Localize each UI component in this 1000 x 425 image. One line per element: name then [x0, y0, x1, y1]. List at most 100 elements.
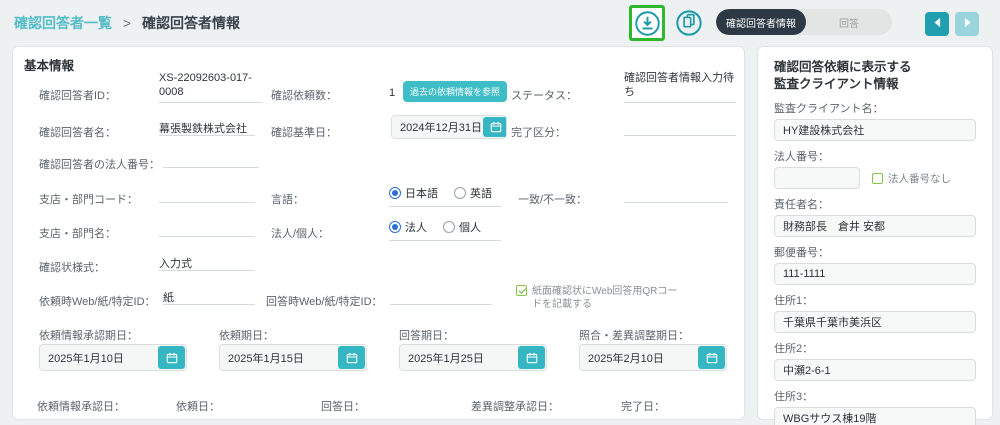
chevron-left-icon — [932, 15, 943, 33]
request-medium-field[interactable]: 紙 — [163, 289, 255, 305]
radio-selected-icon — [389, 221, 401, 233]
answer-due-input[interactable]: 2025年1月25日 — [399, 344, 547, 371]
audit-client-title-line2: 監査クライアント情報 — [774, 76, 976, 93]
radio-corporate[interactable]: 法人 — [389, 219, 427, 235]
entity-type-label: 法人/個人： — [271, 225, 329, 241]
calendar-icon[interactable] — [518, 346, 545, 369]
address1-label: 住所1： — [774, 292, 976, 308]
responder-name-field[interactable]: 幕張製鉄株式会社 — [159, 120, 255, 136]
request-info-approval-due-label: 依頼情報承認期日： — [39, 327, 138, 343]
language-radio-group: 日本語 英語 — [389, 185, 501, 207]
no-corp-number-checkbox[interactable] — [872, 173, 883, 184]
answer-medium-label: 回答時Web/紙/特定ID： — [266, 293, 383, 309]
chevron-right-icon — [962, 15, 973, 33]
completion-date-label: 完了日： — [621, 398, 665, 414]
address2-field: 住所2： 中瀬2-6-1 — [774, 340, 976, 381]
postal-input[interactable]: 111-1111 — [774, 263, 976, 285]
download-icon — [634, 10, 661, 37]
form-style-label: 確認状様式： — [39, 259, 105, 275]
reconcile-due-input[interactable]: 2025年2月10日 — [579, 344, 727, 371]
client-name-input[interactable]: HY建設株式会社 — [774, 119, 976, 141]
audit-client-title: 確認回答依頼に表示する 監査クライアント情報 — [774, 59, 976, 93]
page: 確認回答者一覧 > 確認回答者情報 確認回答者情報 回答 — [0, 0, 1000, 425]
request-due-label: 依頼期日： — [219, 327, 274, 343]
reconcile-due-value: 2025年2月10日 — [580, 345, 697, 370]
request-date-label: 依頼日： — [176, 398, 220, 414]
completion-field[interactable] — [624, 120, 736, 136]
branch-name-field[interactable] — [159, 221, 255, 237]
match-field[interactable] — [624, 187, 728, 203]
radio-english[interactable]: 英語 — [454, 185, 492, 201]
address2-input[interactable]: 中瀬2-6-1 — [774, 359, 976, 381]
past-requests-button[interactable]: 過去の依頼情報を参照 — [403, 81, 507, 102]
postal-field: 郵便番号： 111-1111 — [774, 244, 976, 285]
download-button[interactable] — [629, 5, 665, 41]
radio-individual[interactable]: 個人 — [443, 219, 481, 235]
radio-individual-label: 個人 — [459, 219, 481, 235]
qr-checkbox[interactable] — [516, 285, 527, 296]
radio-japanese-label: 日本語 — [405, 185, 438, 201]
status-field[interactable]: 確認回答者情報入力待ち — [624, 71, 736, 103]
corp-number-label: 法人番号： — [774, 148, 976, 164]
calendar-icon[interactable] — [698, 346, 725, 369]
branch-code-field[interactable] — [159, 187, 255, 203]
address1-input[interactable]: 千葉県千葉市美浜区 — [774, 311, 976, 333]
answer-date-label: 回答日： — [321, 398, 365, 414]
responder-name-label: 確認回答者名： — [39, 124, 116, 140]
qr-checkbox-row: 紙面確認状にWeb回答用QRコードを記載する — [516, 285, 684, 311]
radio-english-label: 英語 — [470, 185, 492, 201]
base-date-input[interactable]: 2024年12月31日 — [391, 115, 507, 139]
request-info-approval-date-label: 依頼情報承認日： — [37, 398, 125, 414]
radio-selected-icon — [389, 187, 401, 199]
breadcrumb-parent-link[interactable]: 確認回答者一覧 — [14, 15, 112, 31]
radio-corporate-label: 法人 — [405, 219, 427, 235]
client-name-field: 監査クライアント名： HY建設株式会社 — [774, 100, 976, 141]
page-title: 確認回答者情報 — [142, 15, 240, 31]
corp-number-input[interactable] — [774, 167, 860, 189]
entity-radio-group: 法人 個人 — [389, 219, 501, 241]
base-date-value: 2024年12月31日 — [392, 116, 482, 138]
copy-icon — [675, 9, 703, 37]
calendar-icon[interactable] — [158, 346, 185, 369]
breadcrumb-separator: > — [123, 15, 131, 31]
request-info-approval-due-input[interactable]: 2025年1月10日 — [39, 344, 187, 371]
tab-responder-info[interactable]: 確認回答者情報 — [716, 9, 806, 35]
radio-japanese[interactable]: 日本語 — [389, 185, 438, 201]
manager-input[interactable]: 財務部長 倉井 安都 — [774, 215, 976, 237]
view-toggle: 確認回答者情報 回答 — [716, 9, 892, 35]
manager-label: 責任者名： — [774, 196, 976, 212]
basic-info-panel: 基本情報 確認回答者ID： XS-22092603-017-0008 確認依頼数… — [12, 46, 745, 420]
qr-checkbox-label: 紙面確認状にWeb回答用QRコードを記載する — [532, 285, 684, 311]
breadcrumb: 確認回答者一覧 > 確認回答者情報 — [14, 13, 240, 33]
address1-field: 住所1： 千葉県千葉市美浜区 — [774, 292, 976, 333]
responder-id-field[interactable]: XS-22092603-017-0008 — [159, 71, 263, 103]
no-corp-number-row: 法人番号なし — [872, 171, 951, 186]
section-title: 基本情報 — [24, 55, 74, 74]
next-button[interactable] — [955, 12, 979, 36]
radio-unselected-icon — [443, 221, 455, 233]
reconcile-due-label: 照合・差異調整期日： — [579, 327, 689, 343]
previous-button[interactable] — [925, 12, 949, 36]
calendar-icon[interactable] — [483, 117, 507, 137]
status-label: ステータス： — [511, 87, 577, 103]
manager-field: 責任者名： 財務部長 倉井 安都 — [774, 196, 976, 237]
answer-medium-field[interactable] — [390, 289, 492, 305]
client-name-label: 監査クライアント名： — [774, 100, 976, 116]
copy-button[interactable] — [675, 9, 703, 37]
form-style-field[interactable]: 入力式 — [159, 255, 255, 271]
answer-due-label: 回答期日： — [399, 327, 454, 343]
responder-corp-number-label: 確認回答者の法人番号： — [39, 156, 160, 172]
request-due-input[interactable]: 2025年1月15日 — [219, 344, 367, 371]
calendar-icon[interactable] — [338, 346, 365, 369]
request-count-value: 1 — [389, 87, 395, 99]
request-medium-label: 依頼時Web/紙/特定ID： — [39, 293, 156, 309]
address3-label: 住所3： — [774, 388, 976, 404]
responder-corp-number-field[interactable] — [163, 152, 259, 168]
corp-number-field: 法人番号： 法人番号なし — [774, 148, 976, 189]
address3-input[interactable]: WBGサウス棟19階 — [774, 407, 976, 425]
request-count-label: 確認依頼数： — [271, 87, 337, 103]
tab-answer[interactable]: 回答 — [806, 9, 892, 35]
address3-field: 住所3： WBGサウス棟19階 — [774, 388, 976, 425]
completion-label: 完了区分： — [511, 124, 566, 140]
audit-client-panel: 確認回答依頼に表示する 監査クライアント情報 監査クライアント名： HY建設株式… — [757, 46, 993, 420]
